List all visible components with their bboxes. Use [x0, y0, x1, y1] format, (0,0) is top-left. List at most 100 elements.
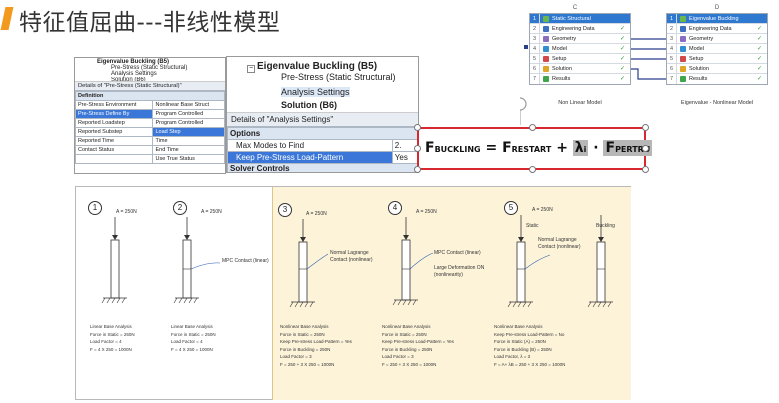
results-icon: [680, 76, 686, 82]
case-line: Nonlinear Base Analysis: [494, 324, 543, 329]
table-row[interactable]: Use True Status: [75, 154, 225, 164]
table-row[interactable]: Pre-Stress Environment Nonlinear Base Str…: [75, 100, 225, 110]
link-solution-setup: [631, 68, 666, 80]
check-icon: ✓: [757, 76, 763, 82]
workflow-connectors: [520, 38, 666, 125]
cell-engineering-data[interactable]: 2 Engineering Data ✓: [667, 23, 767, 34]
cell-solution[interactable]: 6 Solution ✓: [667, 63, 767, 74]
case-4-note: MPC Contact (linear): [434, 250, 481, 256]
table-row[interactable]: Reported Substep Load Step: [75, 127, 225, 137]
case-line: Load Factor = 3: [382, 354, 414, 359]
table-row[interactable]: Pre-Stress Define By Program Controlled: [75, 109, 225, 119]
system-title: Eigenvalue Buckling: [689, 15, 739, 22]
case-line: Linear Base Analysis: [90, 324, 132, 329]
tree-item-solution[interactable]: Solution (B6): [97, 77, 225, 81]
column-d-label: D: [714, 5, 720, 11]
cell-label: Solution: [689, 65, 709, 72]
tree-item-eigenvalue[interactable]: Eigenvalue Buckling (B5): [257, 61, 418, 72]
resize-handle[interactable]: [414, 124, 421, 131]
cell-results[interactable]: 7 Results ✓: [667, 74, 767, 84]
f-symbol: F: [605, 140, 616, 156]
case-line: F = A+ λB = 250 + 3 X 250 = 1000N: [494, 361, 566, 367]
f-symbol: F: [502, 140, 512, 156]
cell-label: Engineering Data: [689, 25, 732, 32]
case-4-column: [392, 217, 434, 306]
system-d-caption: Eigenvalue - Nonlinear Model: [680, 100, 754, 106]
resize-handle[interactable]: [414, 166, 421, 173]
case-line: Load Factor, λ = 3: [494, 354, 531, 359]
table-row[interactable]: Max Modes to Find 2.: [227, 139, 418, 152]
row-label: [75, 154, 154, 164]
case-line: F = 4 X 250 = 1000N: [171, 346, 213, 352]
system-d-eigenvalue-buckling[interactable]: 1 Eigenvalue Buckling 2 Engineering Data ✓ …: [666, 13, 768, 85]
title-accent-bar: [0, 7, 14, 30]
cell-model[interactable]: 4 Model ✓: [667, 43, 767, 54]
section-definition: Definition: [75, 91, 225, 101]
link-port: [524, 45, 528, 49]
lambda-highlight: λi: [572, 140, 589, 156]
cell-setup[interactable]: 5 Setup ✓: [667, 53, 767, 64]
case-1-number: 1: [88, 201, 102, 215]
tree-item-prestress[interactable]: Pre-Stress (Static Structural): [257, 72, 418, 82]
check-icon: ✓: [757, 35, 763, 42]
row-label: Reported Time: [75, 136, 154, 146]
row-value: Use True Status: [152, 154, 225, 164]
case-4-force: A = 250N: [416, 209, 437, 215]
tree-item-analysis-settings[interactable]: Analysis Settings: [281, 87, 350, 97]
section-solver-controls: Solver Controls: [227, 163, 418, 172]
subscript-restart: RESTART: [511, 145, 552, 154]
cases-diagram: 1 A = 250N Linear Base Analysis Force in…: [75, 186, 631, 400]
case-3-number: 3: [278, 203, 292, 217]
row-value-dropdown[interactable]: Load Step: [152, 127, 225, 137]
solution-icon: [680, 65, 686, 72]
case-line: Nonlinear Base Analysis: [382, 324, 431, 329]
resize-handle[interactable]: [414, 145, 421, 152]
keep-prestress-value[interactable]: Yes: [391, 151, 418, 164]
case-5-number: 5: [504, 201, 518, 215]
table-row[interactable]: Contact Status End Time: [75, 145, 225, 155]
resize-handle[interactable]: [529, 166, 536, 173]
case-line: Linear Base Analysis: [171, 324, 213, 329]
outline-tree: − Eigenvalue Buckling (B5) Pre-Stress (S…: [227, 57, 418, 113]
case-line: Force in Buckling = 250N: [382, 346, 433, 352]
resize-handle[interactable]: [529, 124, 536, 131]
cell-label: Model: [689, 45, 704, 52]
collapse-icon[interactable]: −: [247, 65, 255, 73]
page-title: 特征值屈曲---非线性模型: [19, 10, 281, 36]
equals-sign: =: [485, 140, 498, 156]
case-line: Force in Static = 250N: [280, 331, 325, 337]
table-row[interactable]: Reported Time Time: [75, 136, 225, 146]
section-options: Options: [227, 127, 418, 140]
tree-item-solution[interactable]: Solution (B6): [257, 100, 418, 110]
table-row[interactable]: Keep Pre-Stress Load-Pattern Yes: [227, 151, 418, 164]
row-label: Reported Substep: [75, 127, 154, 137]
resize-handle[interactable]: [642, 166, 649, 173]
geometry-icon: [680, 35, 686, 42]
case-line: Load Factor = 4: [90, 339, 122, 344]
resize-handle[interactable]: [642, 124, 649, 131]
cell-label: Geometry: [689, 35, 714, 42]
case-2-note: MPC Contact (linear): [222, 258, 269, 264]
outline-tree: Eigenvalue Buckling (B5) Pre-Stress (Sta…: [75, 58, 225, 82]
check-icon: ✓: [757, 55, 763, 62]
row-label: Pre-Stress Define By: [75, 109, 154, 119]
case-4-text: Nonlinear Base Analysis Force in Static …: [382, 323, 454, 368]
table-row[interactable]: Reported Loadstep Program Controlled: [75, 118, 225, 128]
case-line: Force in Buckling (B) = 250N: [494, 346, 552, 352]
case-line: Force in Static = 250N: [90, 331, 135, 337]
pre-stress-details-panel: Eigenvalue Buckling (B5) Pre-Stress (Sta…: [74, 57, 226, 174]
case-3-force: A = 250N: [306, 211, 327, 217]
rotate-handle-icon[interactable]: [520, 97, 527, 111]
row-value: End Time: [152, 145, 225, 155]
cell-geometry[interactable]: 3 Geometry ✓: [667, 33, 767, 44]
case-3-note: Normal Lagrange Contact (nonlinear): [330, 250, 373, 263]
resize-handle[interactable]: [642, 145, 649, 152]
case-2-force: A = 250N: [201, 209, 222, 215]
system-header-row[interactable]: 1 Eigenvalue Buckling: [667, 13, 767, 24]
plus-sign: +: [556, 140, 568, 156]
lambda-symbol: λ: [574, 140, 584, 156]
case-5-text: Nonlinear Base Analysis Keep Pre-stress …: [494, 323, 565, 368]
subscript-i: i: [583, 145, 587, 154]
case-line: Nonlinear Base Analysis: [280, 324, 329, 329]
case-line: Load Factor = 4: [171, 339, 203, 344]
